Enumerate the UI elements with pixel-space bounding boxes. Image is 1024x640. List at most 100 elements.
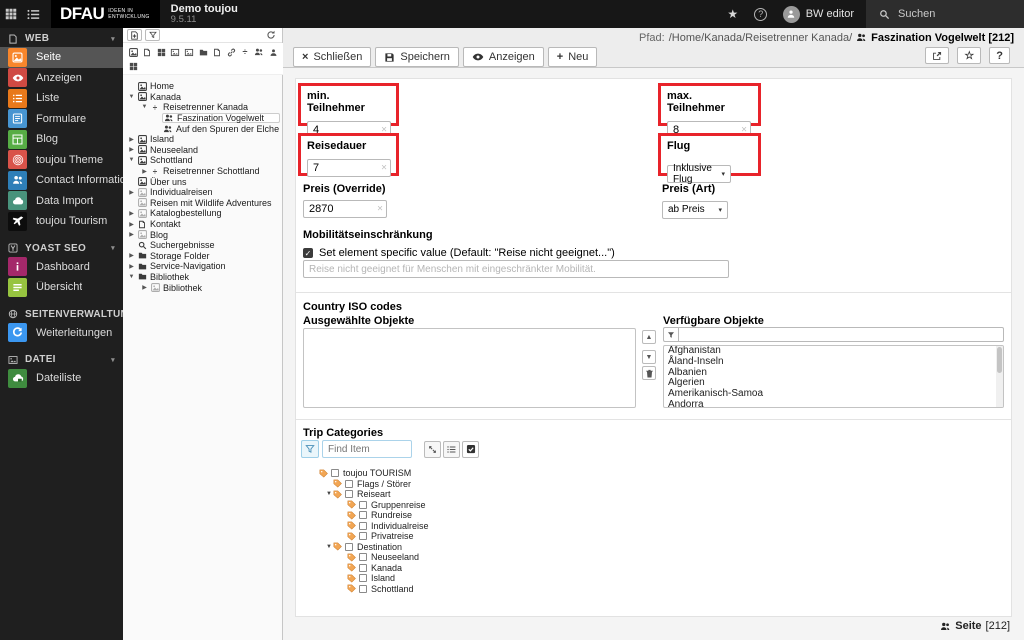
save-button[interactable]: Speichern [375, 47, 459, 67]
category-checkbox[interactable] [359, 564, 367, 572]
module-item-overview[interactable]: Übersicht [0, 277, 123, 298]
pagetree-item[interactable]: ▶Blog [123, 229, 282, 240]
category-checkbox[interactable] [345, 480, 353, 488]
module-item-list[interactable]: Liste [0, 88, 123, 109]
category-checkbox[interactable] [359, 511, 367, 519]
scrollbar[interactable] [996, 346, 1003, 407]
module-section-site[interactable]: SEITENVERWALTUNG▾ [0, 304, 123, 323]
filter-button[interactable] [145, 29, 160, 41]
chevron-collapsed-icon[interactable]: ▶ [127, 146, 136, 153]
category-checkbox[interactable] [359, 522, 367, 530]
category-checkbox[interactable] [359, 585, 367, 593]
module-item-blog[interactable]: Blog [0, 129, 123, 150]
bookmark-button[interactable]: ☆ [957, 47, 981, 64]
module-item-view[interactable]: Anzeigen [0, 68, 123, 89]
pagetree-item[interactable]: ▶÷Reisetrenner Schottland [123, 166, 282, 177]
category-item[interactable]: Kanada [301, 563, 429, 574]
iso-country-option[interactable]: Amerikanisch-Samoa [664, 389, 1003, 400]
open-document-button[interactable] [925, 47, 949, 64]
divider-icon[interactable]: ÷ [240, 47, 250, 57]
help-button[interactable]: ? [989, 47, 1010, 64]
pagetree-item[interactable]: ▶Katalogbestellung [123, 208, 282, 219]
user-menu[interactable]: BW editor [775, 6, 866, 23]
global-search[interactable]: Suchen [866, 0, 1024, 28]
iso-country-option[interactable]: Åland-Inseln [664, 357, 1003, 368]
toggle-list-icon[interactable] [443, 441, 460, 458]
checked-items-icon[interactable] [462, 441, 479, 458]
pagetree-item[interactable]: ▶Neuseeland [123, 145, 282, 156]
close-button[interactable]: ×Schließen [293, 47, 371, 67]
module-item-page[interactable]: Seite [0, 47, 123, 68]
category-checkbox[interactable] [345, 543, 353, 551]
pagetree-item[interactable]: Faszination Vogelwelt [123, 113, 282, 124]
checkbox-checked-icon[interactable]: ✓ [303, 248, 313, 258]
category-filter-funnel-icon[interactable] [301, 440, 319, 458]
find-item-input[interactable] [322, 440, 412, 458]
chevron-collapsed-icon[interactable]: ▶ [127, 252, 136, 259]
chevron-expanded-icon[interactable]: ▼ [127, 274, 136, 280]
chevron-collapsed-icon[interactable]: ▶ [127, 210, 136, 217]
category-item[interactable]: Flags / Störer [301, 479, 429, 490]
chevron-collapsed-icon[interactable]: ▶ [127, 189, 136, 196]
category-item[interactable]: ▼Reiseart [301, 489, 429, 500]
module-item-redirects[interactable]: Weiterleitungen [0, 323, 123, 344]
pagetree-item[interactable]: ▼÷Reisetrenner Kanada [123, 102, 282, 113]
chevron-collapsed-icon[interactable]: ▶ [127, 136, 136, 143]
category-checkbox[interactable] [359, 574, 367, 582]
available-filter-input[interactable] [678, 327, 1004, 342]
chevron-expanded-icon[interactable]: ▼ [127, 157, 136, 163]
module-section-web[interactable]: WEB▾ [0, 28, 123, 47]
pagetree-item[interactable]: ▶Bibliothek [123, 282, 282, 293]
pagetree-item[interactable]: ▶Island [123, 134, 282, 145]
module-item-toujou-theme[interactable]: toujou Theme [0, 150, 123, 171]
module-item-contact-information[interactable]: Contact Information [0, 170, 123, 191]
chevron-collapsed-icon[interactable]: ▶ [127, 231, 136, 238]
chevron-expanded-icon[interactable]: ▼ [127, 94, 136, 100]
reisedauer-input[interactable] [307, 159, 391, 177]
users-icon[interactable] [254, 47, 264, 57]
list-menu-icon[interactable] [22, 0, 44, 28]
apps-grid-icon[interactable] [0, 0, 22, 28]
bookmark-star-icon[interactable]: ★ [719, 7, 747, 21]
chevron-expanded-icon[interactable]: ▼ [140, 104, 149, 110]
category-item[interactable]: toujou TOURISM [301, 468, 429, 479]
category-item[interactable]: Island [301, 573, 429, 584]
category-checkbox[interactable] [331, 469, 339, 477]
preis-override-input[interactable] [303, 200, 387, 218]
chevron-expanded-icon[interactable]: ▼ [325, 544, 333, 550]
user-icon[interactable] [268, 47, 278, 57]
preis-art-select[interactable]: ab Preis▾ [662, 201, 728, 219]
clear-icon[interactable]: × [377, 203, 383, 214]
selected-objects-listbox[interactable] [303, 328, 636, 408]
category-item[interactable]: ▼Destination [301, 542, 429, 553]
pagetree-item[interactable]: ▼Schottland [123, 155, 282, 166]
page-icon[interactable] [142, 47, 152, 57]
category-checkbox[interactable] [345, 490, 353, 498]
flug-select[interactable]: Inklusive Flug▾ [667, 165, 731, 183]
pagetree-item[interactable]: Auf den Spuren der Elche [123, 123, 282, 134]
module-item-filelist[interactable]: Dateiliste [0, 368, 123, 389]
module-section-file[interactable]: DATEI▾ [0, 349, 123, 368]
pagetree-item[interactable]: ▶Service-Navigation [123, 261, 282, 272]
backend-layout-icon[interactable] [156, 47, 166, 57]
pagetree-item[interactable]: Home [123, 81, 282, 92]
pagetree-item[interactable]: ▶Storage Folder [123, 251, 282, 262]
pagetree-item[interactable]: ▶Individualreisen [123, 187, 282, 198]
external-page-icon[interactable] [212, 47, 222, 57]
iso-country-option[interactable]: Albanien [664, 368, 1003, 379]
module-item-dashboard[interactable]: Dashboard [0, 257, 123, 278]
module-item-data-import[interactable]: Data Import [0, 191, 123, 212]
link-icon[interactable] [226, 47, 236, 57]
help-icon[interactable]: ? [747, 8, 775, 21]
module-item-forms[interactable]: Formulare [0, 109, 123, 130]
pagetree-item[interactable]: ▼Bibliothek [123, 272, 282, 283]
new-page-button[interactable] [127, 29, 142, 41]
view-button[interactable]: Anzeigen [463, 47, 544, 67]
category-checkbox[interactable] [359, 501, 367, 509]
scrollbar-thumb[interactable] [997, 347, 1002, 373]
module-section-yoast[interactable]: YOAST SEO▾ [0, 238, 123, 257]
move-up-button[interactable]: ▲ [642, 330, 656, 344]
folder-media-icon[interactable] [198, 47, 208, 57]
refresh-icon[interactable] [264, 29, 278, 41]
category-item[interactable]: Gruppenreise [301, 500, 429, 511]
